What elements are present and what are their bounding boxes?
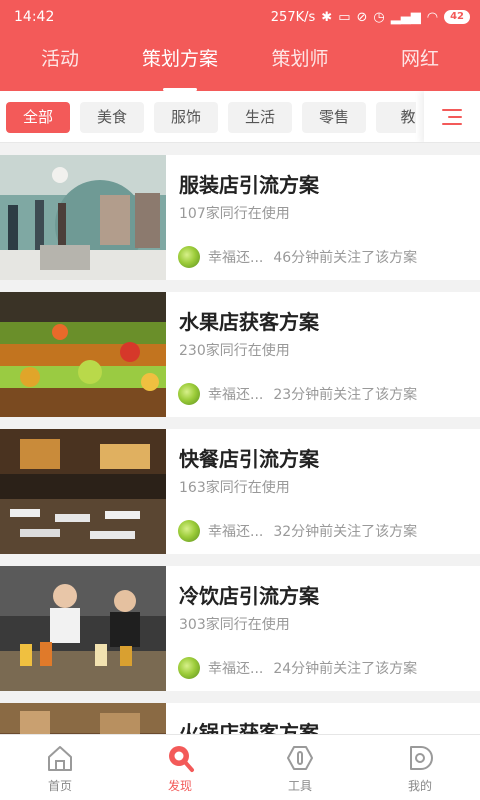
menu-icon-line (442, 109, 462, 111)
mute-icon: ⊘ (356, 9, 368, 25)
plan-list: 服装店引流方案 107家同行在使用 幸福还... 46分钟前关注了该方案 水果店… (0, 143, 480, 734)
category-menu-button[interactable] (424, 91, 480, 142)
user-name: 幸福还... (208, 387, 264, 403)
activity-text: 46分钟前关注了该方案 (273, 250, 418, 266)
tab-plans[interactable]: 策划方案 (120, 34, 240, 91)
plan-title: 服装店引流方案 (179, 173, 319, 197)
plan-title: 快餐店引流方案 (179, 447, 319, 471)
plan-thumbnail (0, 429, 166, 554)
chip-food[interactable]: 美食 (80, 102, 144, 133)
plan-usage: 230家同行在使用 (179, 343, 290, 359)
plan-card[interactable]: 火锅店获客方案 (0, 703, 480, 734)
plan-usage: 107家同行在使用 (179, 206, 290, 222)
nav-home-label: 首页 (47, 779, 72, 793)
plan-thumbnail (0, 155, 166, 280)
nav-mine-label: 我的 (407, 779, 432, 793)
nav-discover-label: 发现 (167, 779, 192, 793)
plan-activity: 幸福还... 24分钟前关注了该方案 (178, 657, 417, 679)
tab-planners[interactable]: 策划师 (240, 34, 360, 91)
network-speed: 257K/s (270, 9, 316, 25)
status-icons: 257K/s ✱ ▭ ⊘ ◷ ▂▄▆ ◠ 42 (271, 10, 470, 25)
plan-title: 水果店获客方案 (179, 310, 319, 334)
activity-text: 23分钟前关注了该方案 (273, 387, 418, 403)
category-chips: 全部 美食 服饰 生活 零售 教 (6, 102, 416, 133)
category-filter: 全部 美食 服饰 生活 零售 教 (0, 91, 480, 143)
plan-activity: 幸福还... 32分钟前关注了该方案 (178, 520, 417, 542)
status-bar: 14:42 257K/s ✱ ▭ ⊘ ◷ ▂▄▆ ◠ 42 (0, 0, 480, 34)
top-tabs: 活动 策划方案 策划师 网红 (0, 34, 480, 91)
avatar (178, 520, 200, 542)
plan-activity: 幸福还... 23分钟前关注了该方案 (178, 383, 417, 405)
plan-thumbnail (0, 566, 166, 691)
avatar (178, 383, 200, 405)
tab-activities[interactable]: 活动 (0, 34, 120, 91)
menu-icon-line (442, 123, 462, 125)
nav-tools-label: 工具 (287, 779, 312, 793)
activity-text: 24分钟前关注了该方案 (273, 661, 418, 677)
signal-icon: ▂▄▆ (390, 9, 421, 25)
chip-clothing[interactable]: 服饰 (154, 102, 218, 133)
nav-home[interactable]: 首页 (0, 735, 120, 800)
nav-tools[interactable]: 工具 (240, 735, 360, 800)
app-header: 14:42 257K/s ✱ ▭ ⊘ ◷ ▂▄▆ ◠ 42 活动 策划方案 策划… (0, 0, 480, 91)
wifi-icon: ◠ (426, 9, 439, 25)
plan-card[interactable]: 服装店引流方案 107家同行在使用 幸福还... 46分钟前关注了该方案 (0, 155, 480, 280)
tab-influencers[interactable]: 网红 (360, 34, 480, 91)
chip-education[interactable]: 教 (376, 102, 416, 133)
plan-activity: 幸福还... 46分钟前关注了该方案 (178, 246, 417, 268)
plan-usage: 163家同行在使用 (179, 480, 290, 496)
plan-card[interactable]: 冷饮店引流方案 303家同行在使用 幸福还... 24分钟前关注了该方案 (0, 566, 480, 691)
plan-card[interactable]: 水果店获客方案 230家同行在使用 幸福还... 23分钟前关注了该方案 (0, 292, 480, 417)
avatar (178, 246, 200, 268)
battery-icon: 42 (444, 10, 470, 24)
plan-title: 火锅店获客方案 (179, 721, 319, 734)
avatar (178, 657, 200, 679)
profile-icon (410, 746, 433, 770)
activity-text: 32分钟前关注了该方案 (273, 524, 418, 540)
bluetooth-icon: ✱ (321, 9, 333, 25)
nav-mine[interactable]: 我的 (360, 735, 480, 800)
discover-icon (169, 746, 194, 772)
chip-all[interactable]: 全部 (6, 102, 70, 133)
plan-thumbnail (0, 703, 166, 734)
user-name: 幸福还... (208, 661, 264, 677)
chip-retail[interactable]: 零售 (302, 102, 366, 133)
bottom-nav: 首页 发现 工具 我的 (0, 734, 480, 800)
alarm-icon: ◷ (373, 9, 385, 25)
chip-life[interactable]: 生活 (228, 102, 292, 133)
status-time: 14:42 (14, 9, 55, 25)
plan-title: 冷饮店引流方案 (179, 584, 319, 608)
nav-discover[interactable]: 发现 (120, 735, 240, 800)
home-icon (48, 746, 72, 771)
user-name: 幸福还... (208, 524, 264, 540)
plan-usage: 303家同行在使用 (179, 617, 290, 633)
plan-thumbnail (0, 292, 166, 417)
menu-icon-line (448, 116, 462, 118)
tools-icon (287, 746, 313, 770)
plan-card[interactable]: 快餐店引流方案 163家同行在使用 幸福还... 32分钟前关注了该方案 (0, 429, 480, 554)
vibrate-icon: ▭ (338, 9, 351, 25)
user-name: 幸福还... (208, 250, 264, 266)
